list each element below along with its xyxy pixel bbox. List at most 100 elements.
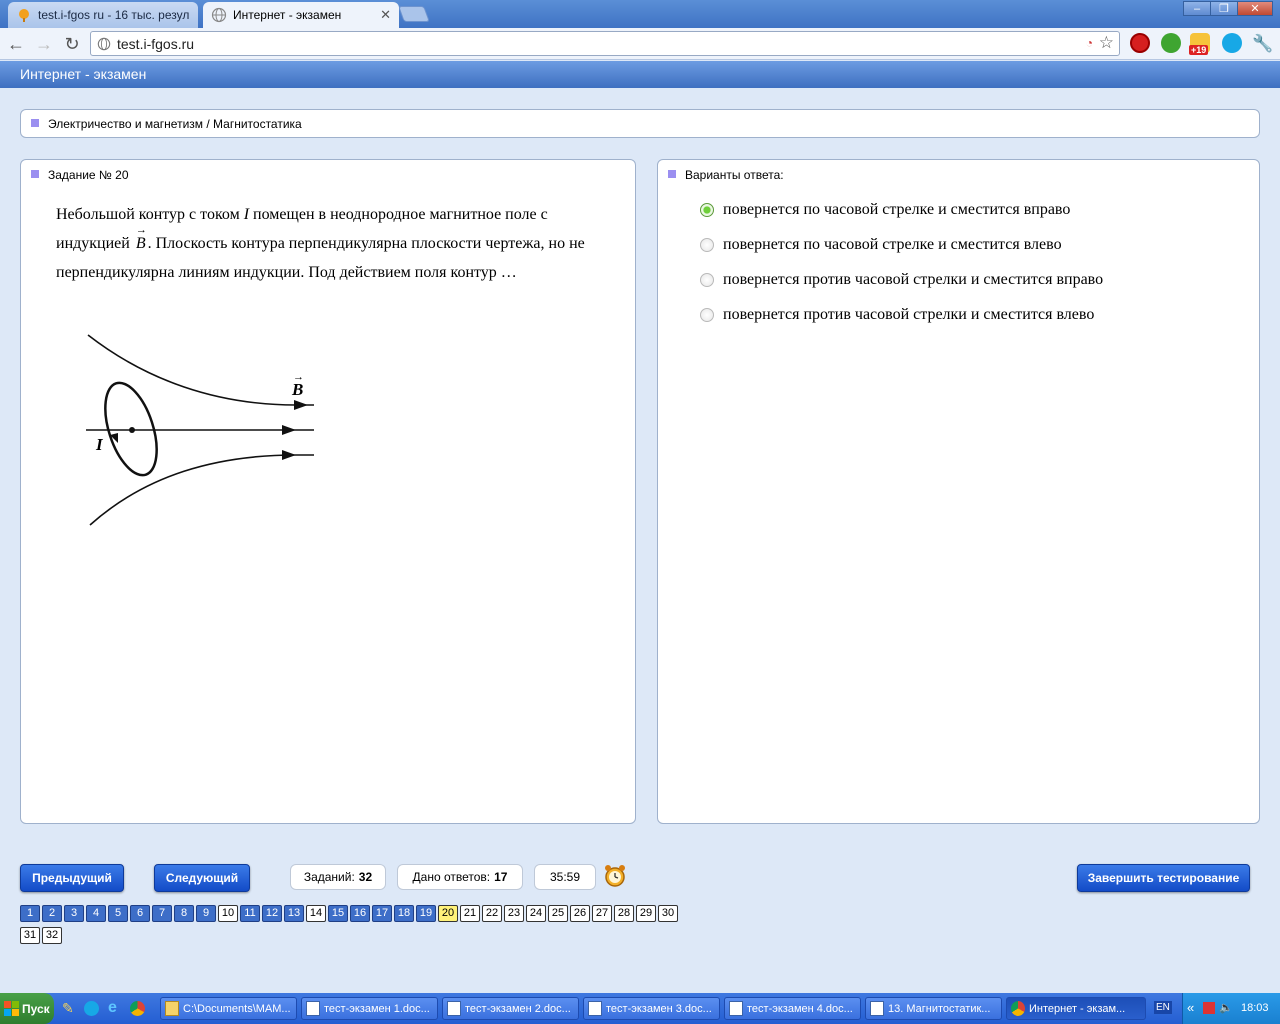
question-number-18[interactable]: 18	[394, 905, 414, 922]
search-favicon-icon	[19, 9, 29, 22]
tasks-count: 32	[358, 870, 373, 884]
bookmark-star-icon[interactable]: ☆	[1099, 33, 1114, 53]
minimize-button[interactable]: –	[1183, 1, 1211, 16]
question-number-29[interactable]: 29	[636, 905, 656, 922]
taskbar-item-label: тест-экзамен 4.doc...	[747, 1002, 853, 1015]
previous-button[interactable]: Предыдущий	[20, 864, 124, 892]
maximize-button[interactable]: ❐	[1210, 1, 1238, 16]
wrench-menu-icon[interactable]: 🔧	[1252, 33, 1274, 55]
taskbar-item-word-5[interactable]: 13. Магнитостатик...	[865, 997, 1002, 1020]
answer-text: повернется против часовой стрелки и смес…	[723, 271, 1104, 288]
taskbar-item-word-1[interactable]: тест-экзамен 1.doc...	[301, 997, 438, 1020]
clock: 18:03	[1241, 1002, 1269, 1014]
reload-button[interactable]: ↻	[61, 33, 83, 55]
tab-search[interactable]: test.i-fgos ru - 16 тыс. резуль	[8, 2, 198, 28]
question-number-11[interactable]: 11	[240, 905, 260, 922]
taskbar-item-word-2[interactable]: тест-экзамен 2.doc...	[442, 997, 579, 1020]
question-number-21[interactable]: 21	[460, 905, 480, 922]
start-button[interactable]: Пуск	[0, 993, 54, 1024]
question-number-27[interactable]: 27	[592, 905, 612, 922]
question-number-19[interactable]: 19	[416, 905, 436, 922]
close-window-button[interactable]: ✕	[1237, 1, 1273, 16]
taskbar-item-explorer[interactable]: C:\Documents\MAM...	[160, 997, 297, 1020]
adblock-icon[interactable]	[1130, 33, 1150, 53]
system-tray: « 🔈 18:03	[1182, 993, 1280, 1024]
radio-selected[interactable]	[700, 203, 714, 217]
question-number-32[interactable]: 32	[42, 927, 62, 944]
question-number-10[interactable]: 10	[218, 905, 238, 922]
taskbar-item-label: 13. Магнитостатик...	[888, 1002, 991, 1015]
tab-exam[interactable]: Интернет - экзамен ✕	[203, 2, 399, 28]
question-number-22[interactable]: 22	[482, 905, 502, 922]
radio[interactable]	[700, 273, 714, 287]
back-button[interactable]: ←	[5, 33, 27, 55]
tray-expand-icon[interactable]: «	[1187, 1000, 1194, 1015]
question-number-1[interactable]: 1	[20, 905, 40, 922]
tasks-counter: Заданий: 32	[290, 864, 386, 890]
question-number-16[interactable]: 16	[350, 905, 370, 922]
question-number-8[interactable]: 8	[174, 905, 194, 922]
answered-label: Дано ответов:	[412, 870, 491, 884]
answer-option-2[interactable]: повернется по часовой стрелке и сместитс…	[700, 236, 1062, 254]
question-number-17[interactable]: 17	[372, 905, 392, 922]
question-number-6[interactable]: 6	[130, 905, 150, 922]
question-number-2[interactable]: 2	[42, 905, 62, 922]
chrome-icon	[1011, 1001, 1025, 1016]
folder-icon	[165, 1001, 179, 1016]
question-number-24[interactable]: 24	[526, 905, 546, 922]
question-number-15[interactable]: 15	[328, 905, 348, 922]
url-text: test.i-fgos.ru	[117, 35, 195, 52]
globe-icon	[97, 37, 111, 50]
tray-network-icon[interactable]	[1203, 1002, 1215, 1014]
question-text: Небольшой контур с током I помещен в нео…	[56, 200, 596, 287]
taskbar-item-label: тест-экзамен 3.doc...	[606, 1002, 712, 1015]
question-number-12[interactable]: 12	[262, 905, 282, 922]
question-number-9[interactable]: 9	[196, 905, 216, 922]
translate-icon[interactable]: ◔	[1086, 36, 1093, 50]
marker-icon	[31, 119, 39, 127]
address-bar[interactable]: test.i-fgos.ru ◔ ☆	[90, 31, 1120, 56]
quicklaunch-pin-icon[interactable]: ✎	[62, 1000, 74, 1017]
vector-arrow-glyph: →	[293, 371, 304, 383]
language-indicator[interactable]: EN	[1154, 1001, 1172, 1014]
skype-icon[interactable]	[1222, 33, 1242, 53]
answer-option-3[interactable]: повернется против часовой стрелки и смес…	[700, 271, 1103, 289]
quicklaunch-skype-icon[interactable]	[84, 1001, 99, 1016]
answers-panel: Варианты ответа: повернется по часовой с…	[657, 159, 1260, 824]
taskbar-item-word-4[interactable]: тест-экзамен 4.doc...	[724, 997, 861, 1020]
new-tab-button[interactable]	[398, 6, 430, 22]
question-number-28[interactable]: 28	[614, 905, 634, 922]
radio[interactable]	[700, 308, 714, 322]
quicklaunch-ie-icon[interactable]: e	[108, 999, 117, 1017]
question-number-3[interactable]: 3	[64, 905, 84, 922]
quicklaunch-chrome-icon[interactable]	[130, 1001, 145, 1016]
next-button[interactable]: Следующий	[154, 864, 250, 892]
timer: 35:59	[534, 864, 596, 890]
taskbar-item-word-3[interactable]: тест-экзамен 3.doc...	[583, 997, 720, 1020]
question-number-13[interactable]: 13	[284, 905, 304, 922]
question-number-30[interactable]: 30	[658, 905, 678, 922]
word-doc-icon	[870, 1001, 884, 1016]
answer-option-1[interactable]: повернется по часовой стрелке и сместитс…	[700, 201, 1070, 219]
question-number-14[interactable]: 14	[306, 905, 326, 922]
finish-testing-button[interactable]: Завершить тестирование	[1077, 864, 1250, 892]
tray-volume-icon[interactable]: 🔈	[1219, 1001, 1233, 1014]
answer-option-4[interactable]: повернется против часовой стрелки и смес…	[700, 306, 1094, 324]
question-number-4[interactable]: 4	[86, 905, 106, 922]
question-number-31[interactable]: 31	[20, 927, 40, 944]
marker-icon	[31, 170, 39, 178]
question-number-7[interactable]: 7	[152, 905, 172, 922]
question-number-23[interactable]: 23	[504, 905, 524, 922]
forward-button[interactable]: →	[33, 33, 55, 55]
question-number-26[interactable]: 26	[570, 905, 590, 922]
taskbar-item-label: тест-экзамен 2.doc...	[465, 1002, 571, 1015]
radio[interactable]	[700, 238, 714, 252]
taskbar-item-chrome[interactable]: Интернет - экзам...	[1006, 997, 1146, 1020]
utorrent-icon[interactable]	[1161, 33, 1181, 53]
question-number-25[interactable]: 25	[548, 905, 568, 922]
taskbar-item-label: Интернет - экзам...	[1029, 1002, 1126, 1015]
question-number-20[interactable]: 20	[438, 905, 458, 922]
question-number-5[interactable]: 5	[108, 905, 128, 922]
exam-page: Интернет - экзамен Электричество и магне…	[0, 61, 1280, 993]
close-tab-icon[interactable]: ✕	[380, 7, 391, 23]
